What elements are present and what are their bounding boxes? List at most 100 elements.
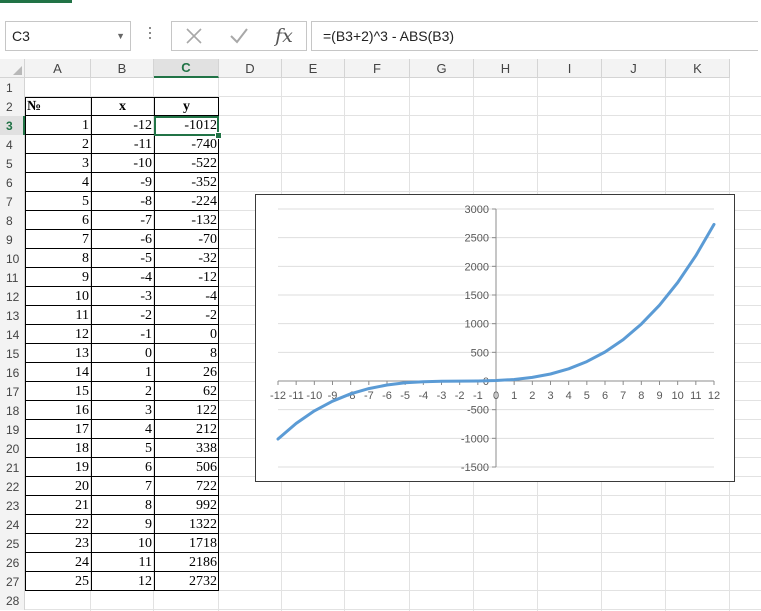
table-cell[interactable]: 15 [25,382,91,401]
column-header-e[interactable]: E [282,59,345,78]
active-cell-border[interactable] [154,116,219,136]
table-cell[interactable]: 18 [25,439,91,458]
table-cell[interactable]: -132 [154,211,219,230]
table-cell[interactable]: 11 [25,306,91,325]
column-header-i[interactable]: I [538,59,602,78]
row-header-1[interactable]: 1 [0,78,25,97]
table-cell[interactable]: 2186 [154,553,219,572]
table-cell[interactable]: 3 [25,154,91,173]
table-cell[interactable]: -4 [154,287,219,306]
row-header-11[interactable]: 11 [0,268,25,287]
table-cell[interactable]: 16 [25,401,91,420]
table-header-cell[interactable]: x [91,97,154,116]
table-cell[interactable]: 7 [25,230,91,249]
row-header-28[interactable]: 28 [0,591,25,610]
column-header-h[interactable]: H [474,59,538,78]
row-header-4[interactable]: 4 [0,135,25,154]
table-cell[interactable]: -5 [91,249,154,268]
table-cell[interactable]: 8 [25,249,91,268]
more-options-icon[interactable] [149,27,152,43]
row-header-12[interactable]: 12 [0,287,25,306]
row-header-10[interactable]: 10 [0,249,25,268]
table-cell[interactable]: 22 [25,515,91,534]
table-cell[interactable]: -9 [91,173,154,192]
row-header-3[interactable]: 3 [0,116,25,135]
table-cell[interactable]: 62 [154,382,219,401]
table-cell[interactable]: -740 [154,135,219,154]
row-header-2[interactable]: 2 [0,97,25,116]
table-header-cell[interactable]: № [25,97,91,116]
table-cell[interactable]: 6 [91,458,154,477]
table-cell[interactable]: 11 [91,553,154,572]
table-cell[interactable]: 26 [154,363,219,382]
row-header-27[interactable]: 27 [0,572,25,591]
table-cell[interactable]: -3 [91,287,154,306]
table-cell[interactable]: 25 [25,572,91,591]
table-cell[interactable]: -1 [91,325,154,344]
formula-input[interactable]: =(B3+2)^3 - ABS(B3) [311,21,758,51]
table-cell[interactable]: 3 [91,401,154,420]
row-header-7[interactable]: 7 [0,192,25,211]
table-cell[interactable]: -10 [91,154,154,173]
row-header-16[interactable]: 16 [0,363,25,382]
table-cell[interactable]: -2 [91,306,154,325]
column-header-b[interactable]: B [91,59,154,78]
table-cell[interactable]: 14 [25,363,91,382]
table-cell[interactable]: 24 [25,553,91,572]
table-cell[interactable]: 12 [91,572,154,591]
table-cell[interactable]: 506 [154,458,219,477]
insert-function-icon[interactable]: fx [264,22,304,50]
table-cell[interactable]: 10 [25,287,91,306]
row-header-15[interactable]: 15 [0,344,25,363]
name-box[interactable]: C3 ▼ [5,21,131,51]
cancel-icon[interactable] [174,22,214,50]
table-cell[interactable]: 1718 [154,534,219,553]
table-cell[interactable]: 4 [91,420,154,439]
row-header-14[interactable]: 14 [0,325,25,344]
table-cell[interactable]: 8 [91,496,154,515]
column-header-a[interactable]: A [25,59,91,78]
table-cell[interactable]: -522 [154,154,219,173]
row-header-23[interactable]: 23 [0,496,25,515]
select-all-corner[interactable] [0,59,25,78]
row-header-25[interactable]: 25 [0,534,25,553]
table-cell[interactable]: 2732 [154,572,219,591]
chevron-down-icon[interactable]: ▼ [116,31,125,41]
table-cell[interactable]: 17 [25,420,91,439]
table-cell[interactable]: -4 [91,268,154,287]
table-cell[interactable]: 19 [25,458,91,477]
row-header-20[interactable]: 20 [0,439,25,458]
row-header-17[interactable]: 17 [0,382,25,401]
table-cell[interactable]: 8 [154,344,219,363]
table-cell[interactable]: -2 [154,306,219,325]
row-header-24[interactable]: 24 [0,515,25,534]
table-cell[interactable]: -11 [91,135,154,154]
column-header-c[interactable]: C [154,59,219,78]
table-cell[interactable]: 20 [25,477,91,496]
table-cell[interactable]: -12 [91,116,154,135]
table-cell[interactable]: 1322 [154,515,219,534]
table-cell[interactable]: 6 [25,211,91,230]
row-header-26[interactable]: 26 [0,553,25,572]
column-header-k[interactable]: K [666,59,730,78]
table-cell[interactable]: 122 [154,401,219,420]
table-cell[interactable]: 21 [25,496,91,515]
table-cell[interactable]: 1 [91,363,154,382]
enter-icon[interactable] [219,22,259,50]
row-header-13[interactable]: 13 [0,306,25,325]
table-cell[interactable]: 212 [154,420,219,439]
row-header-18[interactable]: 18 [0,401,25,420]
table-cell[interactable]: 13 [25,344,91,363]
column-header-j[interactable]: J [602,59,666,78]
table-cell[interactable]: -32 [154,249,219,268]
column-header-d[interactable]: D [219,59,282,78]
table-cell[interactable]: 23 [25,534,91,553]
column-header-f[interactable]: F [345,59,410,78]
table-cell[interactable]: 9 [25,268,91,287]
table-cell[interactable]: 992 [154,496,219,515]
row-header-21[interactable]: 21 [0,458,25,477]
row-header-22[interactable]: 22 [0,477,25,496]
table-cell[interactable]: -7 [91,211,154,230]
table-cell[interactable]: 1 [25,116,91,135]
column-header-g[interactable]: G [410,59,474,78]
